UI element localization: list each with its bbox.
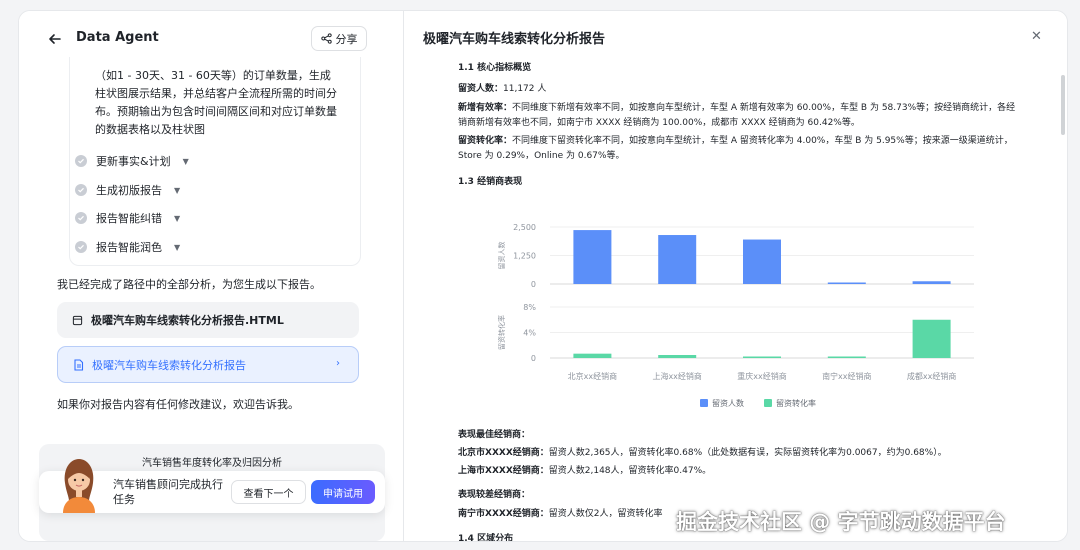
- y-tick-label: 8%: [523, 303, 536, 312]
- bar: [743, 356, 781, 358]
- file-attachment[interactable]: 极曜汽车购车线索转化分析报告.HTML: [57, 302, 359, 338]
- avatar: [63, 459, 95, 513]
- bar: [658, 235, 697, 284]
- dealer-text: 留资人数2,365人，留资转化率0.68%（此处数据有误，实际留资转化率为0.0…: [548, 448, 947, 458]
- share-label: 分享: [335, 32, 358, 46]
- bar: [827, 356, 866, 358]
- bar: [827, 282, 866, 284]
- dealer-name: 上海市XXXX经销商：: [458, 466, 549, 476]
- x-tick-label: 南宁xx经销商: [822, 371, 871, 381]
- x-tick-label: 成都xx经销商: [907, 371, 956, 381]
- chevron-down-icon: ▼: [174, 242, 181, 252]
- step-label: 更新事实&计划: [96, 155, 171, 168]
- step-item[interactable]: 报告智能润色 ▼: [75, 238, 180, 256]
- chevron-down-icon: ▼: [174, 185, 181, 195]
- task-text: 汽车销售顾问完成执行任务: [113, 478, 223, 506]
- task-popup: 汽车销售顾问完成执行任务 查看下一个 申请试用: [39, 459, 385, 513]
- dealer-name: 北京市XXXX经销商：: [458, 448, 549, 458]
- section-heading: 1.4 区域分布: [458, 534, 514, 542]
- conversion-text: 不同维度下留资转化率不同，如按意向车型统计，车型 A 留资转化率为 4.00%，…: [458, 136, 1013, 161]
- legend-label: 留资转化率: [776, 398, 816, 408]
- dealer-name: 南宁市XXXX经销商：: [458, 509, 549, 519]
- legend-label: 留资人数: [712, 398, 744, 408]
- share-button[interactable]: 分享: [311, 26, 367, 51]
- share-icon: [320, 33, 332, 44]
- best-dealer-line: 北京市XXXX经销商：留资人数2,365人，留资转化率0.68%（此处数据有误，…: [458, 446, 1018, 461]
- step-item[interactable]: 更新事实&计划 ▼: [75, 152, 189, 170]
- y-axis-label: 留资人数: [497, 242, 506, 270]
- bar: [912, 319, 951, 358]
- watermark: 掘金技术社区 @ 字节跳动数据平台: [676, 510, 1006, 534]
- retention-value: 11,172 人: [503, 84, 547, 94]
- check-circle-icon: [75, 184, 87, 196]
- step-label: 报告智能纠错: [96, 212, 162, 225]
- best-dealers-heading: 表现最佳经销商：: [458, 430, 531, 440]
- check-circle-icon: [75, 155, 87, 167]
- new-efficiency-paragraph: 新增有效率：不同维度下新增有效率不同，如按意向车型统计，车型 A 新增有效率为 …: [458, 101, 1018, 131]
- feedback-message: 如果你对报告内容有任何修改建议，欢迎告诉我。: [57, 398, 299, 411]
- step-label: 生成初版报告: [96, 184, 162, 197]
- new-efficiency-label: 新增有效率：: [458, 103, 513, 113]
- section-heading: 1.3 经销商表现: [458, 177, 523, 187]
- new-efficiency-text: 不同维度下新增有效率不同，如按意向车型统计，车型 A 新增有效率为 60.00%…: [458, 103, 1016, 128]
- report-link-card[interactable]: 极曜汽车购车线索转化分析报告 ›: [57, 346, 359, 383]
- chat-panel: Data Agent 分享 （如1 - 30天、31 - 60天等）的订单数量，…: [19, 11, 403, 541]
- dealer-performance-chart: 01,2502,500留资人数04%8%留资转化率北京xx经销商 上海xx经销商重…: [497, 223, 974, 408]
- apply-trial-button[interactable]: 申请试用: [311, 480, 375, 504]
- step-label: 报告智能润色: [96, 241, 162, 254]
- best-dealer-line: 上海市XXXX经销商：留资人数2,148人，留资转化率0.47%。: [458, 464, 1018, 479]
- y-tick-label: 0: [531, 280, 536, 289]
- report-file-icon: [74, 358, 84, 371]
- bar: [658, 355, 697, 358]
- x-tick-label: 上海xx经销商: [652, 371, 701, 381]
- report-link-label: 极曜汽车购车线索转化分析报告: [92, 358, 246, 372]
- done-message: 我已经完成了路径中的全部分析，为您生成以下报告。: [57, 278, 321, 291]
- conversion-label: 留资转化率：: [458, 136, 513, 146]
- section-heading: 1.1 核心指标概览: [458, 63, 532, 73]
- view-next-button[interactable]: 查看下一个: [231, 480, 306, 504]
- chevron-right-icon: ›: [336, 358, 340, 369]
- plan-steps-card: （如1 - 30天、31 - 60天等）的订单数量，生成柱状图展示结果，并总结客…: [69, 57, 361, 266]
- chevron-down-icon: ▼: [182, 156, 189, 166]
- retention-label: 留资人数：: [458, 84, 504, 94]
- close-icon[interactable]: ✕: [1031, 29, 1042, 44]
- worse-dealers-heading: 表现较差经销商：: [458, 490, 531, 500]
- legend-swatch: [764, 399, 772, 407]
- y-tick-label: 0: [531, 354, 536, 363]
- agent-title: Data Agent: [76, 30, 159, 45]
- check-circle-icon: [75, 212, 87, 224]
- chevron-down-icon: ▼: [174, 213, 181, 223]
- check-circle-icon: [75, 241, 87, 253]
- x-tick-label: 北京xx经销商: [568, 371, 617, 381]
- step-item[interactable]: 报告智能纠错 ▼: [75, 209, 180, 227]
- bar: [573, 230, 612, 284]
- y-tick-label: 1,250: [513, 252, 536, 261]
- x-tick-label: 重庆xx经销商: [737, 371, 786, 381]
- back-arrow-icon[interactable]: [47, 31, 63, 47]
- bar: [912, 281, 951, 284]
- report-panel: 极曜汽车购车线索转化分析报告 ✕ 1.1 核心指标概览 留资人数：11,172 …: [404, 11, 1067, 541]
- bar: [743, 239, 781, 284]
- conversion-paragraph: 留资转化率：不同维度下留资转化率不同，如按意向车型统计，车型 A 留资转化率为 …: [458, 134, 1018, 164]
- retention-line: 留资人数：11,172 人: [458, 82, 1018, 97]
- file-name: 极曜汽车购车线索转化分析报告.HTML: [91, 314, 284, 327]
- scrollbar[interactable]: [1061, 75, 1065, 135]
- dealer-text: 留资人数仅2人，留资转化率: [548, 509, 663, 519]
- step-description: （如1 - 30天、31 - 60天等）的订单数量，生成柱状图展示结果，并总结客…: [95, 69, 337, 136]
- y-tick-label: 4%: [523, 329, 536, 338]
- y-tick-label: 2,500: [513, 223, 536, 232]
- y-axis-label: 留资转化率: [497, 315, 506, 350]
- document-icon: [72, 315, 83, 325]
- report-title: 极曜汽车购车线索转化分析报告: [423, 32, 606, 47]
- bar: [573, 353, 612, 358]
- app-window: Data Agent 分享 （如1 - 30天、31 - 60天等）的订单数量，…: [18, 10, 1068, 542]
- legend-swatch: [700, 399, 708, 407]
- step-item[interactable]: 生成初版报告 ▼: [75, 181, 180, 199]
- dealer-text: 留资人数2,148人，留资转化率0.47%。: [548, 466, 712, 476]
